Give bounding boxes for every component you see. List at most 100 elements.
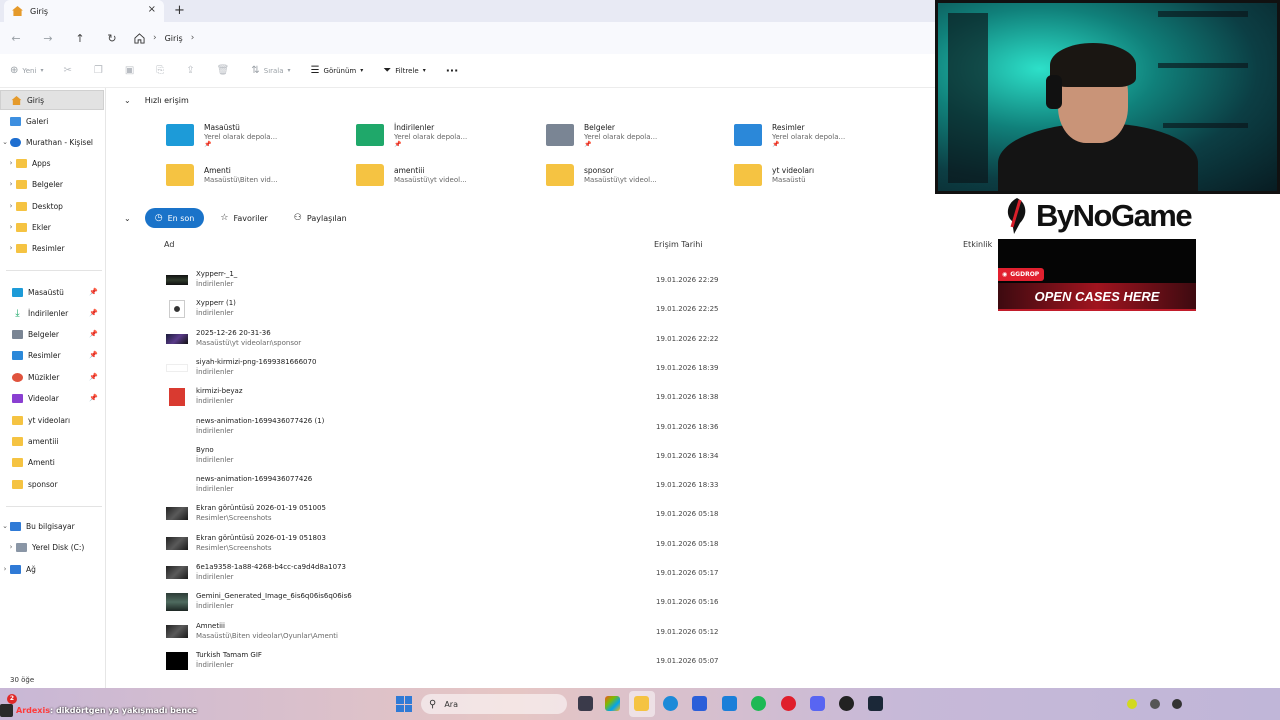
sidebar-item-this-pc[interactable]: ⌄ Bu bilgisayar xyxy=(0,516,104,536)
chevron-down-icon[interactable]: ⌄ xyxy=(0,138,10,146)
quick-access-header[interactable]: ⌄ Hızlı erişim xyxy=(124,96,189,105)
sidebar-item-network[interactable]: › Ağ xyxy=(0,559,104,579)
column-header-name[interactable]: Ad xyxy=(164,240,174,249)
refresh-button[interactable]: ↻ xyxy=(96,32,128,45)
file-explorer-icon[interactable] xyxy=(634,696,649,711)
sidebar-item-masaustu[interactable]: Masaüstü 📌 xyxy=(0,282,104,302)
chevron-right-icon[interactable]: › xyxy=(0,565,10,573)
sidebar-item-belgeler[interactable]: › Belgeler xyxy=(0,174,104,194)
sidebar-item-resimler-od[interactable]: › Resimler xyxy=(0,238,104,258)
mail-icon[interactable] xyxy=(722,696,737,711)
sidebar-item-belgeler-pinned[interactable]: Belgeler 📌 xyxy=(0,324,104,344)
breadcrumb[interactable]: › Giriş › xyxy=(134,32,202,44)
tab-close-button[interactable]: × xyxy=(148,4,156,15)
windows-start-icon[interactable] xyxy=(396,696,412,712)
sidebar-item-gallery[interactable]: Galeri xyxy=(0,111,104,131)
store-icon[interactable] xyxy=(692,696,707,711)
shared-pill[interactable]: ⚇ Paylaşılan xyxy=(284,208,357,228)
back-button[interactable]: ← xyxy=(0,32,32,45)
sidebar-item-yt-videolari[interactable]: yt videoları xyxy=(0,410,104,430)
file-row[interactable]: Xypperr (1) İndirilenler 19.01.2026 22:25 xyxy=(164,295,934,324)
ad-banner[interactable]: ◉ GGDROP OPEN CASES HERE xyxy=(998,239,1196,311)
file-row[interactable]: Ekran görüntüsü 2026-01-19 051803 Resimle… xyxy=(164,530,934,559)
column-header-activity[interactable]: Etkinlik xyxy=(963,240,992,249)
chevron-down-icon[interactable]: ⌄ xyxy=(0,522,10,530)
sidebar-item-local-disk[interactable]: › Yerel Disk (C:) xyxy=(0,537,104,557)
chevron-right-icon[interactable]: › xyxy=(6,202,16,210)
quick-access-item[interactable]: Masaüstü Yerel olarak depola... 📌 xyxy=(166,118,346,152)
favorites-pill[interactable]: ☆ Favoriler xyxy=(210,208,277,228)
sidebar-item-desktop[interactable]: › Desktop xyxy=(0,196,104,216)
file-row[interactable]: Ekran görüntüsü 2026-01-19 051005 Resimle… xyxy=(164,500,934,529)
steam-icon[interactable] xyxy=(868,696,883,711)
chevron-right-icon[interactable]: › xyxy=(6,159,16,167)
sort-button[interactable]: ⇅ Sırala ▾ xyxy=(251,65,290,76)
file-row[interactable]: Gemini_Generated_Image_6is6q06is6q06is6 İ… xyxy=(164,588,934,617)
new-tab-button[interactable]: + xyxy=(174,3,185,18)
filter-button[interactable]: ⏷ Filtrele ▾ xyxy=(383,65,425,76)
quick-access-item[interactable]: amentiii Masaüstü\yt videol... xyxy=(356,158,536,192)
edge-icon[interactable] xyxy=(663,696,678,711)
sidebar-item-videolar[interactable]: Videolar 📌 xyxy=(0,388,104,408)
sidebar-item-ekler[interactable]: › Ekler xyxy=(0,217,104,237)
chevron-right-icon[interactable]: › xyxy=(6,244,16,252)
file-row[interactable]: Turkish Tamam GIF İndirilenler 19.01.2026 … xyxy=(164,647,934,676)
file-row[interactable]: news-animation-1699436077426 (1) İndirile… xyxy=(164,413,934,442)
taskbar-search[interactable]: ⚲ Ara xyxy=(421,694,567,714)
tray-app-icon[interactable] xyxy=(1127,699,1137,709)
file-row[interactable]: siyah-kirmizi-png-1699381666070 İndirilen… xyxy=(164,354,934,383)
sidebar-item-resimler[interactable]: Resimler 📌 xyxy=(0,345,104,365)
quick-access-item[interactable]: Belgeler Yerel olarak depola... 📌 xyxy=(546,118,726,152)
copy-icon[interactable]: ❐ xyxy=(94,65,103,76)
file-row[interactable]: Byno İndirilenler 19.01.2026 18:34 xyxy=(164,442,934,471)
spotify-icon[interactable] xyxy=(751,696,766,711)
quick-access-item[interactable]: Amenti Masaüstü\Biten vid... xyxy=(166,158,346,192)
discord-icon[interactable] xyxy=(810,696,825,711)
opera-icon[interactable] xyxy=(781,696,796,711)
chevron-down-icon[interactable]: ⌄ xyxy=(124,214,131,223)
share-icon[interactable]: ⇪ xyxy=(186,65,194,76)
file-row[interactable]: 2025-12-26 20-31-36 Masaüstü\yt videoları… xyxy=(164,325,934,354)
quick-access-item[interactable]: İndirilenler Yerel olarak depola... 📌 xyxy=(356,118,536,152)
tray-app-icon[interactable] xyxy=(1172,699,1182,709)
sidebar-item-muzikler[interactable]: Müzikler 📌 xyxy=(0,367,104,387)
task-view-icon[interactable] xyxy=(578,696,593,711)
ad-cta[interactable]: OPEN CASES HERE xyxy=(998,289,1196,304)
sidebar-item-sponsor[interactable]: sponsor xyxy=(0,474,104,494)
chevron-right-icon[interactable]: › xyxy=(6,543,16,551)
sidebar-item-amentiii[interactable]: amentiii xyxy=(0,431,104,451)
view-button[interactable]: ☰ Görünüm ▾ xyxy=(311,65,364,76)
file-row[interactable]: kirmizi-beyaz İndirilenler 19.01.2026 18:3… xyxy=(164,383,934,412)
recent-pill[interactable]: ◷ En son xyxy=(144,208,205,228)
more-options-button[interactable]: ··· xyxy=(446,64,459,77)
file-row[interactable]: news-animation-1699436077426 İndirilenler… xyxy=(164,471,934,500)
forward-button[interactable]: → xyxy=(32,32,64,45)
tray-app-icon[interactable] xyxy=(1150,699,1160,709)
rename-icon[interactable]: ⎘ xyxy=(156,65,164,76)
chatgpt-icon[interactable] xyxy=(839,696,854,711)
breadcrumb-separator[interactable]: › xyxy=(191,33,195,43)
chevron-down-icon[interactable]: ⌄ xyxy=(124,96,131,105)
widgets-icon[interactable] xyxy=(605,696,620,711)
quick-access-item[interactable]: sponsor Masaüstü\yt videol... xyxy=(546,158,726,192)
breadcrumb-item[interactable]: Giriş xyxy=(165,34,183,43)
sidebar-item-apps[interactable]: › Apps xyxy=(0,153,104,173)
file-row[interactable]: Xypperr-_1_ İndirilenler 19.01.2026 22:29 xyxy=(164,266,934,295)
up-button[interactable]: ↑ xyxy=(64,32,96,45)
delete-icon[interactable]: 🗑 xyxy=(217,65,230,76)
chevron-right-icon[interactable]: › xyxy=(6,223,16,231)
file-row[interactable]: Amnetiii Masaüstü\Biten videolar\Oyunlar\… xyxy=(164,618,934,647)
cut-icon[interactable]: ✂ xyxy=(63,65,71,76)
sidebar-item-amenti[interactable]: Amenti xyxy=(0,452,104,472)
sidebar-item-onedrive[interactable]: ⌄ Murathan - Kişisel xyxy=(0,132,104,152)
quick-access-item[interactable]: yt videoları Masaüstü xyxy=(734,158,914,192)
tab-home[interactable]: Giriş × xyxy=(4,0,164,22)
sidebar-item-indirilenler[interactable]: ⤓ İndirilenler 📌 xyxy=(0,303,104,323)
paste-icon[interactable]: ▣ xyxy=(125,65,134,76)
chevron-right-icon[interactable]: › xyxy=(6,180,16,188)
sidebar-item-home[interactable]: Giriş xyxy=(0,90,104,110)
new-button[interactable]: ⊕ Yeni ▾ xyxy=(10,65,43,76)
file-row[interactable]: 6e1a9358-1a88-4268-b4cc-ca9d4d8a1073 İndi… xyxy=(164,559,934,588)
column-header-date[interactable]: Erişim Tarihi xyxy=(654,240,703,249)
quick-access-item[interactable]: Resimler Yerel olarak depola... 📌 xyxy=(734,118,914,152)
